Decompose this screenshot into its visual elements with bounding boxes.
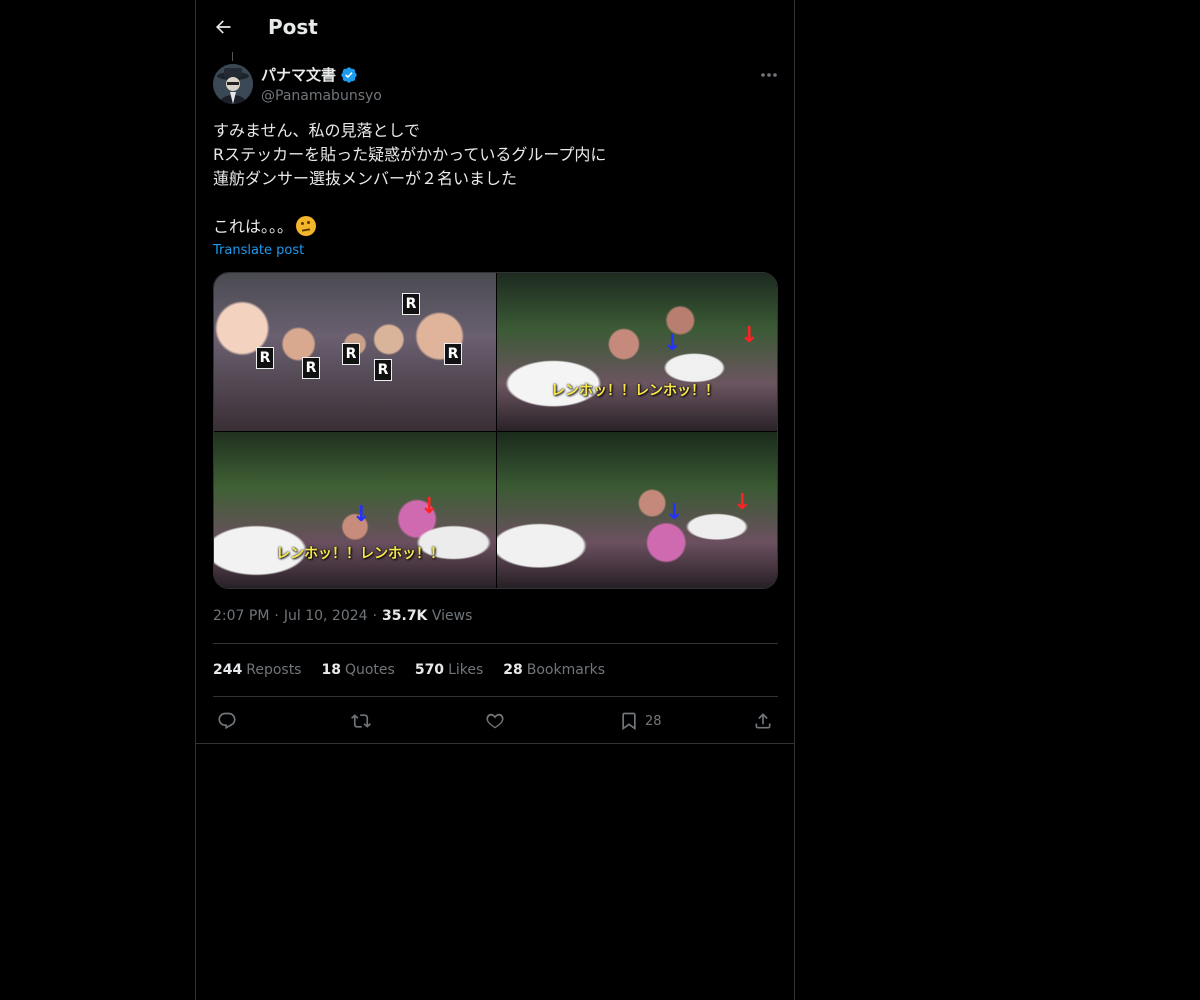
post-line-last: これは。。。: [213, 215, 778, 239]
like-button[interactable]: [485, 706, 505, 736]
bookmark-icon: [622, 712, 636, 731]
post-line: すみません、私の見落としで: [213, 121, 421, 140]
post-time[interactable]: 2:07 PM: [213, 608, 269, 624]
r-card: R: [374, 359, 392, 381]
r-card: R: [444, 343, 462, 365]
page-header: Post: [196, 0, 794, 54]
bookmark-count: 28: [645, 713, 662, 729]
back-button[interactable]: [206, 8, 240, 46]
avatar[interactable]: [213, 64, 253, 104]
photo-1[interactable]: R R R R R R: [214, 273, 496, 431]
reposts-count: 244: [213, 662, 243, 678]
thinking-face-emoji: [296, 216, 317, 236]
repost-button[interactable]: [351, 706, 371, 736]
quotes-stat[interactable]: 18 Quotes: [321, 660, 394, 680]
bookmarks-stat[interactable]: 28 Bookmarks: [503, 660, 605, 680]
like-icon: [486, 713, 504, 729]
photo-4[interactable]: ↓ ↓: [497, 432, 777, 588]
verified-badge-icon: [340, 66, 358, 84]
thread-line: [232, 52, 233, 61]
author-name: パナマ文書: [261, 66, 337, 84]
likes-count: 570: [414, 662, 445, 678]
divider: [213, 643, 778, 644]
post-line: これは。。。: [213, 217, 294, 236]
photo-caption: レンホッ！！レンホッ！！: [551, 383, 719, 399]
more-button[interactable]: [756, 64, 782, 86]
post-text: すみません、私の見落としで Rステッカーを貼った疑惑がかかっているグループ内に …: [213, 119, 778, 239]
r-card: R: [402, 293, 420, 315]
action-bar: 28: [213, 706, 778, 736]
author-name-link[interactable]: パナマ文書: [261, 64, 358, 86]
reposts-stat[interactable]: 244 Reposts: [213, 660, 301, 680]
post-line: Rステッカーを貼った疑惑がかかっているグループ内に: [213, 145, 607, 164]
post-bottom-border: [196, 743, 794, 744]
views-count: 35.7K: [382, 608, 428, 624]
likes-label: Likes: [448, 662, 484, 678]
photo-2[interactable]: ↓ ↓ レンホッ！！レンホッ！！: [497, 273, 777, 431]
reposts-label: Reposts: [246, 662, 302, 678]
post-line: 蓮舫ダンサー選抜メンバーが２名いました: [213, 169, 518, 188]
blue-arrow-icon: ↓: [352, 502, 371, 527]
meta-separator: ·: [274, 608, 279, 624]
red-arrow-icon: ↓: [420, 494, 439, 519]
post-blank-line: [213, 191, 778, 215]
meta-separator: ·: [372, 608, 378, 624]
photo-caption: レンホッ！！レンホッ！！: [276, 546, 444, 562]
avatar-image: [213, 64, 253, 104]
red-arrow-icon: ↓: [733, 490, 752, 515]
author-handle[interactable]: @Panamabunsyo: [261, 86, 382, 106]
back-arrow-icon: [216, 20, 231, 34]
r-card: R: [302, 357, 320, 379]
bookmarks-label: Bookmarks: [526, 662, 605, 678]
page-title: Post: [268, 15, 318, 39]
post-date[interactable]: Jul 10, 2024: [284, 608, 368, 624]
more-icon: [761, 73, 777, 77]
red-arrow-icon: ↓: [740, 323, 759, 348]
divider: [213, 696, 778, 697]
quotes-label: Quotes: [344, 662, 395, 678]
r-card: R: [342, 343, 360, 365]
bookmarks-count: 28: [503, 662, 523, 678]
photo-3[interactable]: ↓ ↓ レンホッ！！レンホッ！！: [214, 432, 496, 588]
post-stats: 244 Reposts 18 Quotes 570 Likes 28 Bookmarks: [213, 660, 625, 680]
repost-icon: [351, 714, 371, 728]
views-label: Views: [431, 608, 473, 624]
blue-arrow-icon: ↓: [665, 500, 684, 525]
primary-column: Post パナマ文書 @Panamabunsyo すみません、私の見落としで R…: [195, 0, 795, 1000]
media-grid: R R R R R R ↓ ↓ レンホッ！！レンホッ！！ ↓ ↓ レンホッ！！レ…: [213, 272, 778, 589]
translate-post-link[interactable]: Translate post: [213, 242, 304, 260]
likes-stat[interactable]: 570 Likes: [415, 660, 483, 680]
bookmark-button[interactable]: 28: [619, 706, 662, 736]
reply-icon: [218, 712, 236, 730]
post-meta: 2:07 PM · Jul 10, 2024 · 35.7K Views: [213, 606, 472, 626]
blue-arrow-icon: ↓: [663, 331, 682, 356]
reply-button[interactable]: [217, 706, 237, 736]
share-icon: [755, 713, 771, 729]
r-card: R: [256, 347, 274, 369]
share-button[interactable]: [753, 706, 773, 736]
quotes-count: 18: [321, 662, 341, 678]
